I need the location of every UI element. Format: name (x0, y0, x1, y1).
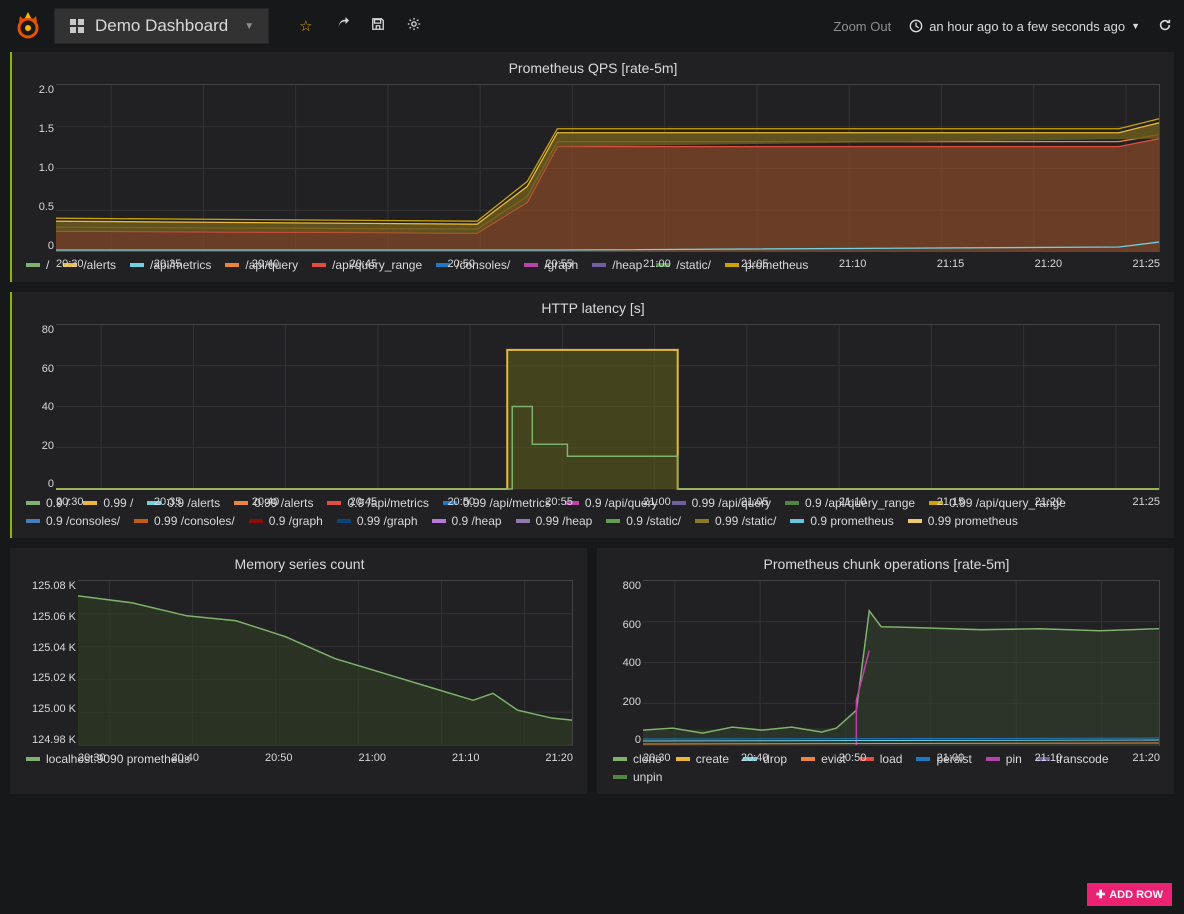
legend-item[interactable]: 0.99 /static/ (695, 514, 776, 528)
legend-item[interactable]: 0.9 /consoles/ (26, 514, 120, 528)
x-axis: 20:3020:3520:4020:4520:5020:5521:0021:05… (56, 252, 1160, 272)
panel-title: Memory series count (12, 548, 587, 576)
dashboard-title: Demo Dashboard (95, 16, 228, 36)
panel-chunk[interactable]: Prometheus chunk operations [rate-5m] 80… (597, 548, 1174, 794)
share-icon[interactable] (335, 17, 349, 35)
dashboard-picker-button[interactable]: Demo Dashboard ▼ (54, 8, 269, 44)
topbar: Demo Dashboard ▼ ☆ Zoom Out an hour ago … (0, 0, 1184, 52)
panel-title: Prometheus QPS [rate-5m] (12, 52, 1174, 80)
add-row-container: ✚ ADD ROW (1087, 883, 1172, 906)
clock-icon (909, 19, 923, 33)
y-axis: 2.01.51.00.50 (20, 84, 54, 252)
legend-item[interactable]: 0.9 prometheus (790, 514, 893, 528)
legend-item[interactable]: 0.99 /graph (337, 514, 418, 528)
save-icon[interactable] (371, 17, 385, 35)
legend-item[interactable]: 0.9 /graph (249, 514, 323, 528)
chevron-down-icon: ▼ (1131, 21, 1140, 31)
legend-item[interactable]: 0.99 prometheus (908, 514, 1018, 528)
time-range-picker[interactable]: an hour ago to a few seconds ago ▼ (909, 19, 1140, 34)
x-axis: 20:3020:4020:5021:0021:1021:20 (643, 746, 1160, 766)
legend-item[interactable]: 0.99 /heap (516, 514, 593, 528)
chart-area[interactable] (78, 580, 573, 746)
y-axis: 8006004002000 (607, 580, 641, 746)
panel-latency[interactable]: HTTP latency [s] 806040200 20:3020:3520:… (10, 292, 1174, 538)
chart-area[interactable] (56, 324, 1160, 490)
panel-title: Prometheus chunk operations [rate-5m] (599, 548, 1174, 576)
refresh-icon[interactable] (1158, 18, 1172, 35)
y-axis: 806040200 (20, 324, 54, 490)
plus-icon: ✚ (1096, 888, 1105, 901)
panel-title: HTTP latency [s] (12, 292, 1174, 320)
panel-memory[interactable]: Memory series count 125.08 K125.06 K125.… (10, 548, 587, 794)
x-axis: 20:3020:3520:4020:4520:5020:5521:0021:05… (56, 490, 1160, 510)
legend-item[interactable]: unpin (613, 770, 662, 784)
toolbar: ☆ (299, 17, 420, 35)
legend-item[interactable]: 0.99 /consoles/ (134, 514, 235, 528)
legend-item[interactable]: 0.9 /static/ (606, 514, 681, 528)
gear-icon[interactable] (407, 17, 421, 35)
y-axis: 125.08 K125.06 K125.04 K125.02 K125.00 K… (18, 580, 76, 746)
zoom-out-button[interactable]: Zoom Out (833, 19, 891, 34)
grid-icon (69, 18, 85, 34)
panel-qps[interactable]: Prometheus QPS [rate-5m] 2.01.51.00.50 (10, 52, 1174, 282)
star-icon[interactable]: ☆ (299, 17, 312, 35)
legend-item[interactable]: / (26, 258, 49, 272)
legend-item[interactable]: 0.9 /heap (432, 514, 502, 528)
grafana-logo[interactable] (12, 10, 44, 42)
chart-area[interactable] (56, 84, 1160, 252)
chevron-down-icon: ▼ (244, 21, 254, 32)
chart-area[interactable] (643, 580, 1160, 746)
add-row-button[interactable]: ✚ ADD ROW (1087, 883, 1172, 906)
x-axis: 20:3020:4020:5021:0021:1021:20 (78, 746, 573, 766)
